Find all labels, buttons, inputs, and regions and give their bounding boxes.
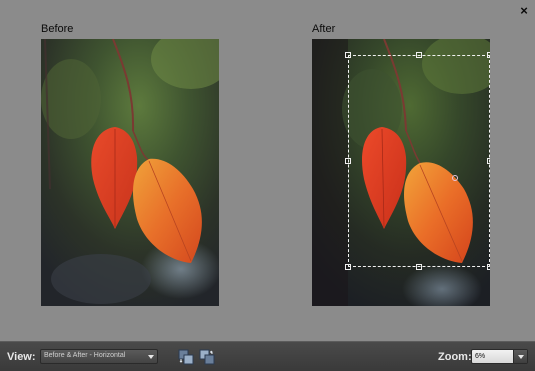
crop-rotation-center[interactable] — [452, 175, 458, 181]
zoom-value: 6% — [475, 353, 486, 360]
view-label: View: — [7, 351, 36, 363]
before-photo — [41, 39, 219, 306]
close-icon[interactable]: × — [520, 3, 528, 18]
copy-after-to-before-icon[interactable] — [199, 349, 215, 365]
before-label: Before — [41, 23, 74, 35]
crop-handle-bottom[interactable] — [416, 264, 422, 270]
crop-handle-top-right[interactable] — [487, 52, 490, 58]
crop-handle-left[interactable] — [345, 158, 351, 164]
crop-handle-top-left[interactable] — [345, 52, 351, 58]
crop-handle-top[interactable] — [416, 52, 422, 58]
view-mode-value: Before & After - Horizontal — [44, 352, 126, 359]
after-photo — [312, 39, 490, 306]
chevron-down-icon — [148, 355, 154, 359]
swap-before-after-icon[interactable] — [178, 349, 194, 365]
crop-handle-right[interactable] — [487, 158, 490, 164]
zoom-label: Zoom: — [438, 351, 472, 363]
crop-handle-bottom-right[interactable] — [487, 264, 490, 270]
zoom-select[interactable]: 6% — [471, 349, 528, 364]
bottom-toolbar: View: Before & After - Horizontal Zoom: … — [0, 341, 535, 371]
close-button[interactable]: × — [517, 4, 531, 18]
crop-handle-bottom-left[interactable] — [345, 264, 351, 270]
chevron-down-icon — [518, 355, 524, 359]
view-mode-select[interactable]: Before & After - Horizontal — [40, 349, 158, 364]
preview-canvas: × Before After — [0, 0, 535, 341]
zoom-dropdown-button[interactable] — [513, 350, 527, 363]
after-label: After — [312, 23, 336, 35]
crop-selection[interactable] — [345, 52, 490, 270]
